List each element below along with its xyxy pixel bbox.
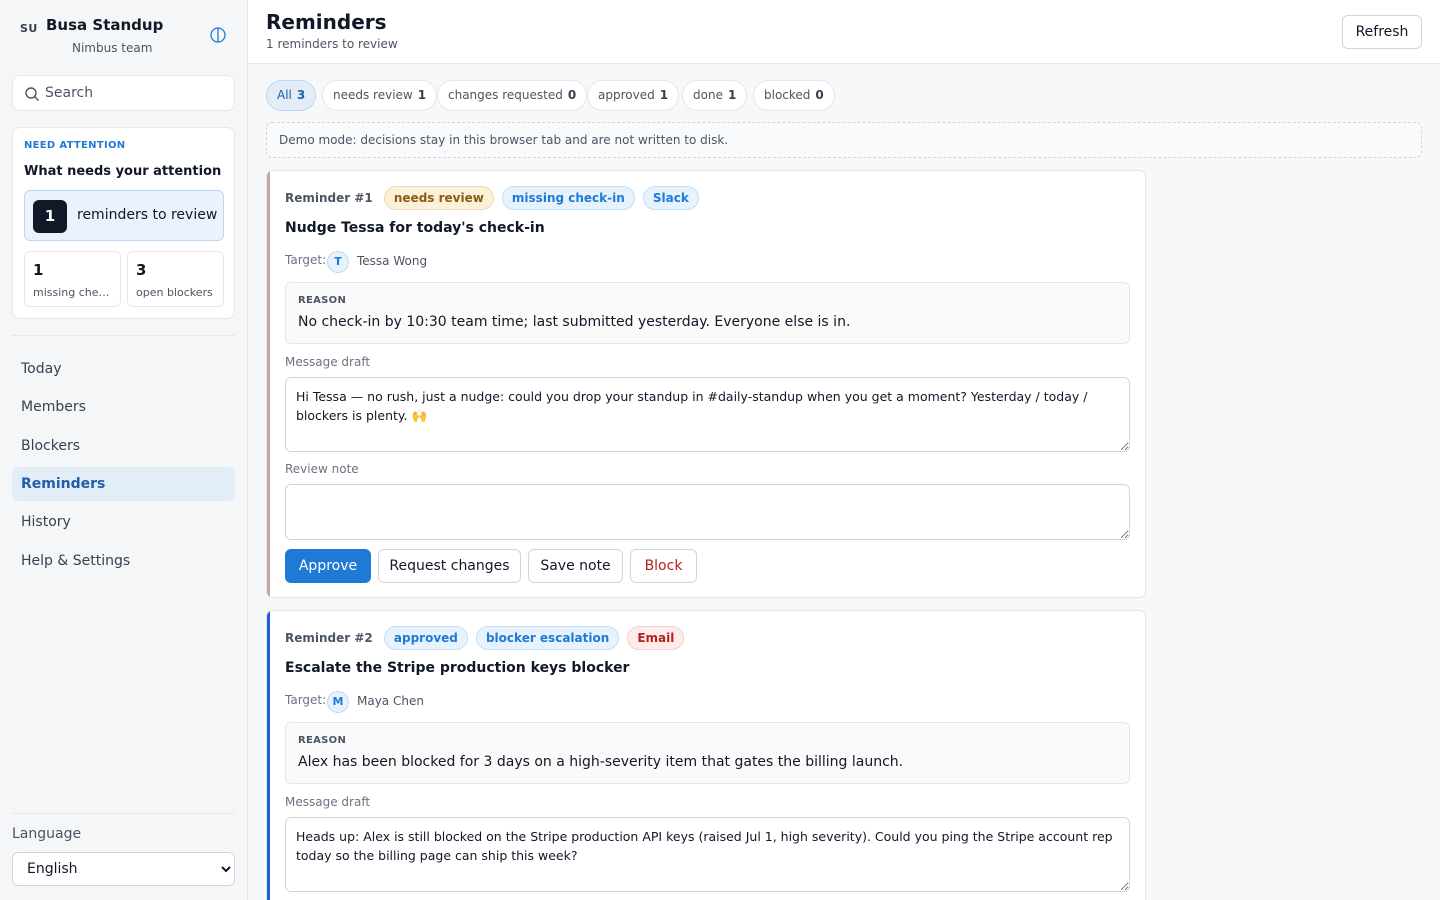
status-badge: needs review xyxy=(383,186,494,210)
reminders-to-review-count: 1 xyxy=(33,200,67,233)
open-blockers-count: 3 xyxy=(136,261,147,279)
nav-item-today[interactable]: Today xyxy=(12,352,235,386)
message-draft-input[interactable]: Heads up: Alex is still blocked on the S… xyxy=(285,817,1130,892)
reminder-title: Nudge Tessa for today's check-in xyxy=(285,220,545,236)
brand-logo: SU xyxy=(20,22,38,35)
message-draft-input[interactable]: Hi Tessa — no rush, just a nudge: could … xyxy=(285,377,1130,452)
channel-badge: Email xyxy=(627,626,685,650)
target-name: Maya Chen xyxy=(357,694,424,708)
filter-blocked[interactable]: blocked 0 xyxy=(753,80,835,111)
reminders-to-review-card[interactable]: 1 reminders to review xyxy=(24,190,224,241)
filter-needs-review[interactable]: needs review 1 xyxy=(322,80,438,111)
reason-box: REASON Alex has been blocked for 3 days … xyxy=(285,722,1130,784)
reminder-card: Reminder #2 approved blocker escalation … xyxy=(266,610,1146,900)
brand: SU Busa Standup Nimbus team xyxy=(20,16,230,60)
nav-item-members[interactable]: Members xyxy=(12,390,235,424)
brand-title: Busa Standup xyxy=(46,16,164,34)
reason-text: Alex has been blocked for 3 days on a hi… xyxy=(298,754,904,770)
filter-count: 0 xyxy=(567,88,577,102)
filter-label: approved xyxy=(598,88,655,102)
filter-label: changes requested xyxy=(448,88,563,102)
refresh-button[interactable]: Refresh xyxy=(1342,15,1422,49)
open-blockers-label: open blockers xyxy=(136,286,213,299)
demo-mode-banner: Demo mode: decisions stay in this browse… xyxy=(266,122,1422,158)
reason-kicker: REASON xyxy=(298,735,347,746)
review-note-input[interactable] xyxy=(285,484,1130,540)
filter-count: 1 xyxy=(417,88,427,102)
approve-button[interactable]: Approve xyxy=(285,549,371,583)
status-badge: approved xyxy=(383,626,468,650)
nav-item-history[interactable]: History xyxy=(12,505,235,539)
attention-title: What needs your attention xyxy=(24,164,222,179)
sidebar-divider xyxy=(12,335,235,336)
target-label: Target: xyxy=(285,253,327,267)
avatar: M xyxy=(327,691,349,713)
attention-kicker: NEED ATTENTION xyxy=(24,140,126,151)
block-button[interactable]: Block xyxy=(630,549,697,583)
sidebar-toggle-icon[interactable] xyxy=(210,27,226,43)
page-header: Reminders 1 reminders to review Refresh xyxy=(248,0,1440,64)
language-label: Language xyxy=(12,826,82,842)
language-select[interactable]: English xyxy=(12,852,235,886)
message-draft-label: Message draft xyxy=(285,795,371,809)
search-icon xyxy=(25,87,39,101)
nav-item-help-settings[interactable]: Help & Settings xyxy=(12,544,235,578)
request-changes-button[interactable]: Request changes xyxy=(378,549,521,583)
channel-badge: Slack xyxy=(642,186,699,210)
save-note-button[interactable]: Save note xyxy=(528,549,623,583)
nav-item-reminders[interactable]: Reminders xyxy=(12,467,235,501)
type-badge: missing check-in xyxy=(501,186,635,210)
filter-done[interactable]: done 1 xyxy=(682,80,748,111)
attention-panel: NEED ATTENTION What needs your attention… xyxy=(12,127,235,319)
reminder-header: Reminder #1 needs review missing check-i… xyxy=(285,186,702,210)
page-subtitle: 1 reminders to review xyxy=(266,37,398,51)
filter-changes-requested[interactable]: changes requested 0 xyxy=(437,80,588,111)
status-stripe xyxy=(267,171,270,597)
missing-checkins-count: 1 xyxy=(33,261,44,279)
status-stripe xyxy=(267,611,270,900)
nav-item-blockers[interactable]: Blockers xyxy=(12,429,235,463)
target-name: Tessa Wong xyxy=(357,254,428,268)
reason-text: No check-in by 10:30 team time; last sub… xyxy=(298,314,851,330)
search-input[interactable] xyxy=(45,76,230,110)
sidebar: SU Busa Standup Nimbus team NEED ATTENTI… xyxy=(0,0,248,900)
type-badge: blocker escalation xyxy=(475,626,620,650)
sidebar-divider xyxy=(12,813,235,814)
filter-count: 3 xyxy=(296,88,306,102)
avatar: T xyxy=(327,251,349,273)
reason-box: REASON No check-in by 10:30 team time; l… xyxy=(285,282,1130,344)
reason-kicker: REASON xyxy=(298,295,347,306)
reminder-id: Reminder #2 xyxy=(285,631,373,645)
filter-label: done xyxy=(693,88,723,102)
missing-checkins-label: missing check-ins xyxy=(33,286,113,299)
reminder-card: Reminder #1 needs review missing check-i… xyxy=(266,170,1146,598)
filter-label: All xyxy=(277,88,292,102)
review-note-label: Review note xyxy=(285,462,359,476)
reminder-id: Reminder #1 xyxy=(285,191,373,205)
filter-approved[interactable]: approved 1 xyxy=(587,80,680,111)
target-label: Target: xyxy=(285,693,327,707)
reminders-to-review-label: reminders to review xyxy=(77,207,218,223)
filter-count: 0 xyxy=(815,88,824,102)
filter-all[interactable]: All 3 xyxy=(266,80,317,111)
open-blockers-card[interactable]: 3 open blockers xyxy=(127,251,224,307)
reminder-title: Escalate the Stripe production keys bloc… xyxy=(285,660,630,676)
search-box xyxy=(12,75,235,111)
missing-checkins-card[interactable]: 1 missing check-ins xyxy=(24,251,121,307)
filter-count: 1 xyxy=(659,88,669,102)
page-title: Reminders xyxy=(266,10,387,34)
filter-label: needs review xyxy=(333,88,413,102)
brand-team: Nimbus team xyxy=(72,41,153,55)
filter-label: blocked xyxy=(764,88,811,102)
reminder-header: Reminder #2 approved blocker escalation … xyxy=(285,626,687,650)
filter-count: 1 xyxy=(727,88,737,102)
message-draft-label: Message draft xyxy=(285,355,371,369)
